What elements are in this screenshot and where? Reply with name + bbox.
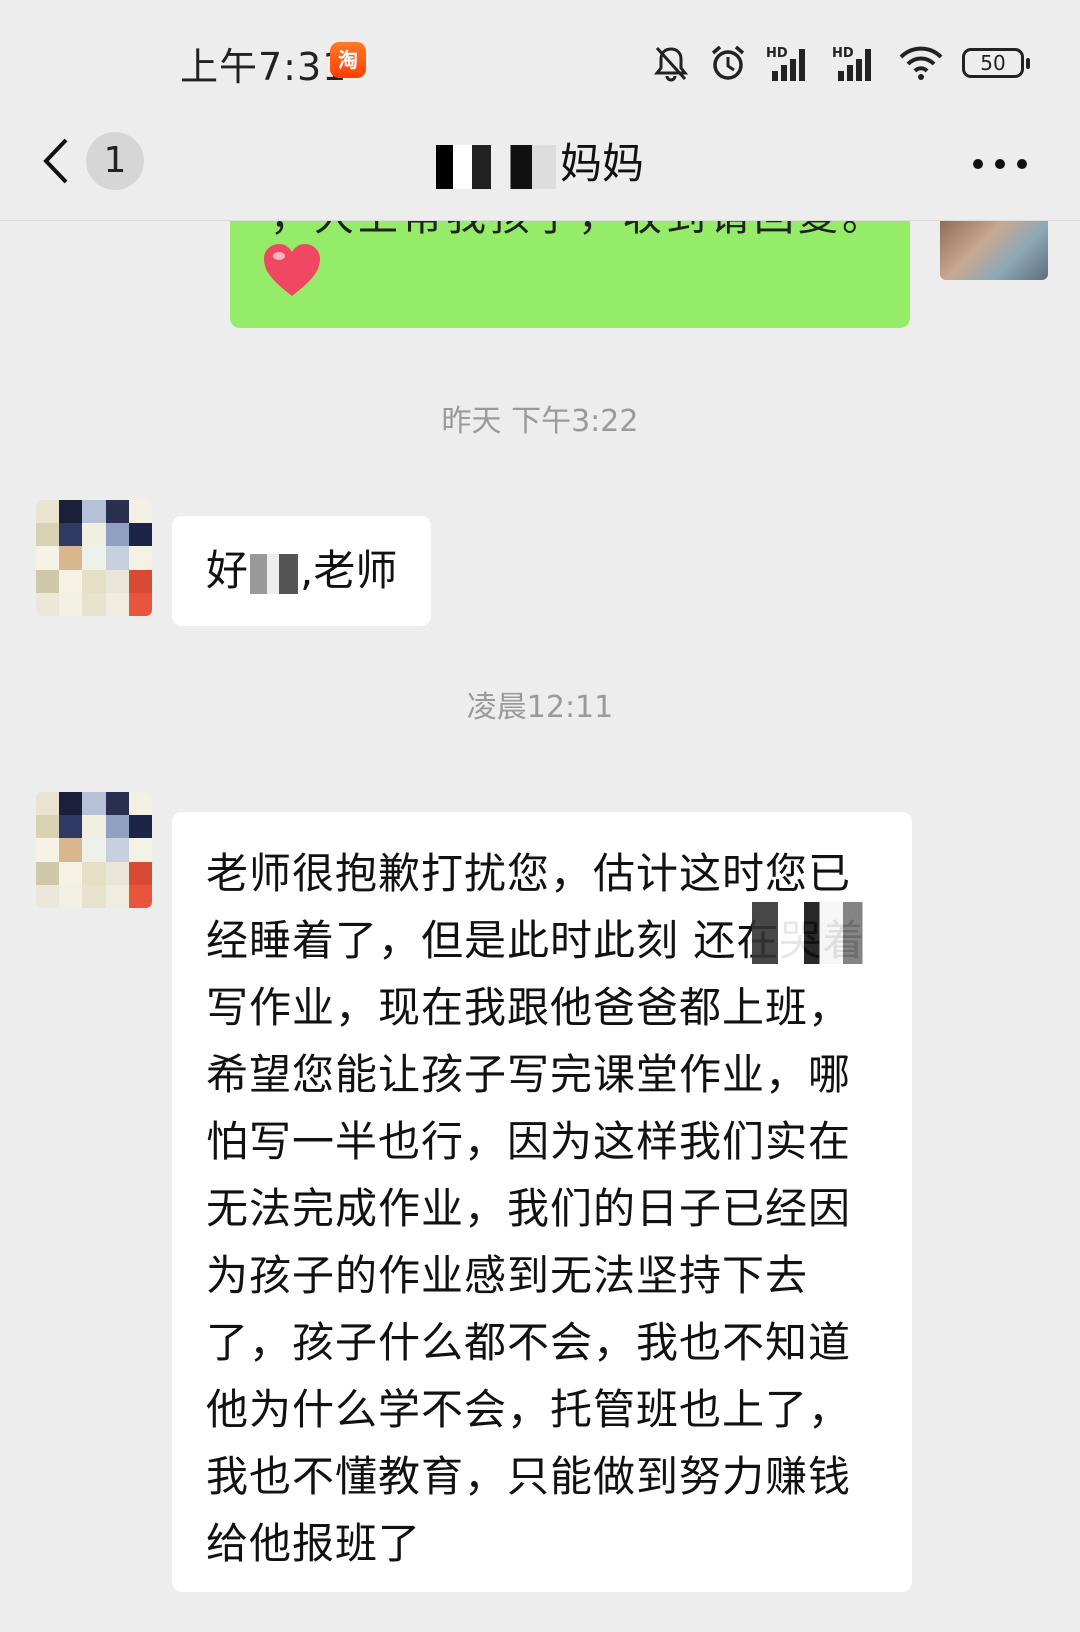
- message-text: 好: [206, 546, 249, 595]
- contact-avatar[interactable]: [36, 792, 152, 908]
- contact-avatar[interactable]: [36, 500, 152, 616]
- status-bar: 上午7:31 淘 HD HD 50: [0, 0, 1080, 110]
- wifi-icon: [899, 46, 943, 80]
- received-message-bubble[interactable]: 好 ,老师: [172, 516, 432, 626]
- chat-title[interactable]: 妈妈: [0, 130, 1080, 191]
- message-text: ,老师: [300, 546, 398, 595]
- more-icon[interactable]: [970, 144, 1030, 184]
- sent-message-bubble[interactable]: ，大上帮我孩子，收到请回复。: [230, 220, 910, 328]
- svg-text:HD: HD: [766, 46, 788, 61]
- status-time: 上午7:31: [180, 45, 348, 89]
- redacted-name: [435, 144, 556, 189]
- redacted-text: [250, 553, 299, 594]
- received-message-bubble[interactable]: 老师很抱歉打扰您，估计这时您已经睡着了，但是此时此刻 还在哭着写作业，现在我跟他…: [172, 812, 912, 1592]
- message-timestamp: 凌晨12:11: [466, 690, 614, 725]
- message-timestamp: 昨天 下午3:22: [441, 404, 639, 439]
- redacted-text: [752, 902, 882, 964]
- battery-icon: 50: [962, 48, 1030, 78]
- chat-header: 1 妈妈: [0, 110, 1080, 221]
- chat-messages[interactable]: ，大上帮我孩子，收到请回复。 昨天 下午3:22 好 ,老师 凌晨12:11 老师…: [0, 220, 1080, 1632]
- contact-name-suffix: 妈妈: [559, 139, 644, 188]
- taobao-icon: 淘: [330, 42, 366, 78]
- signal-icon: HD: [766, 46, 805, 81]
- bell-muted-icon: [653, 46, 689, 82]
- my-avatar[interactable]: [940, 220, 1048, 280]
- alarm-icon: [711, 45, 745, 80]
- sent-message-text: ，大上帮我孩子，收到请回复。: [270, 220, 886, 242]
- status-icons: HD HD 50: [652, 40, 1030, 86]
- signal-icon: HD: [832, 46, 871, 81]
- svg-text:HD: HD: [832, 46, 854, 61]
- heart-icon: [264, 244, 320, 296]
